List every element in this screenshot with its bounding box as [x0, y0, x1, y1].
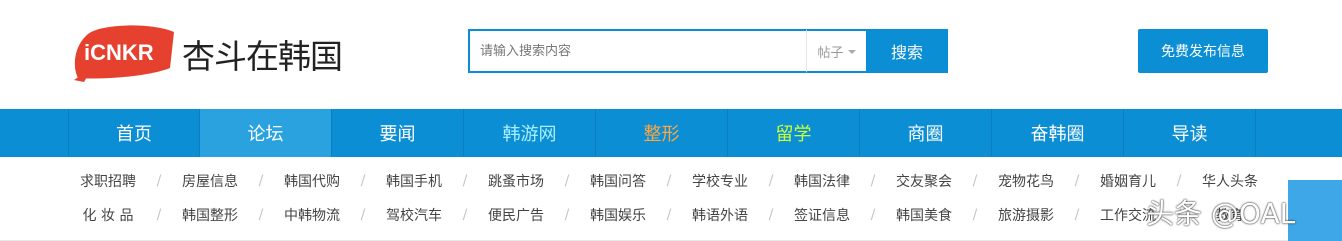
sub-nav-label: 交友聚会 [896, 174, 952, 190]
sub-nav-label: 签证信息 [794, 208, 850, 224]
divider: / [768, 207, 774, 223]
nav-item[interactable]: 导读 [1124, 109, 1256, 157]
sub-nav-item[interactable]: 签证信息 / [782, 205, 884, 225]
divider: / [972, 173, 978, 189]
nav-item[interactable]: 奋韩圈 [992, 109, 1124, 157]
sub-nav-label: 化 妆 品 [82, 208, 134, 224]
sub-nav-item[interactable]: 宠物花鸟 / [986, 171, 1088, 191]
nav-item[interactable]: 韩游网 [464, 109, 596, 157]
sub-nav-item[interactable]: 韩语外语 / [680, 205, 782, 225]
sub-nav-label: 学校专业 [692, 174, 748, 190]
nav-item[interactable]: 论坛 [200, 109, 332, 157]
divider: / [1176, 173, 1182, 189]
logo-text: 杏斗在韩国 [182, 37, 343, 76]
sub-nav-item[interactable]: 韩国整形 / [170, 205, 272, 225]
divider: / [972, 207, 978, 223]
sub-nav: 求职招聘 / 房屋信息 / 韩国代购 / 韩国手机 / 跳蚤市场 / 韩国问答 / 学校专业 / 韩国法律 /… [0, 157, 1342, 241]
sub-nav-label: 韩国整形 [182, 208, 238, 224]
divider: / [258, 207, 264, 223]
logo-mark-icon: iCNKR [74, 25, 174, 82]
divider: / [258, 173, 264, 189]
sub-nav-item[interactable]: 化 妆 品 / [68, 205, 170, 225]
nav-item[interactable]: 商圈 [860, 109, 992, 157]
nav-item[interactable]: 整形 [596, 109, 728, 157]
search-input[interactable] [468, 29, 806, 73]
divider: / [666, 173, 672, 189]
divider: / [870, 173, 876, 189]
divider: / [564, 207, 570, 223]
nav-item[interactable]: 留学 [728, 109, 860, 157]
divider: / [1074, 207, 1080, 223]
sub-nav-item[interactable]: 房屋信息 / [170, 171, 272, 191]
watermark: 头条 @OAL [1146, 197, 1296, 230]
nav-item[interactable]: 要闻 [332, 109, 464, 157]
sub-nav-item[interactable]: 旅游摄影 / [986, 205, 1088, 225]
sub-nav-label: 驾校汽车 [386, 208, 442, 224]
sub-nav-item[interactable]: 便民广告 / [476, 205, 578, 225]
sub-nav-label: 便民广告 [488, 208, 544, 224]
sub-nav-label: 华人头条 [1202, 174, 1258, 190]
main-nav: 首页 论坛 要闻 韩游网 整形 留学 商圈 奋韩圈 导读 [0, 109, 1342, 157]
sub-nav-label: 韩国美食 [896, 208, 952, 224]
search-type-label: 帖子 [817, 45, 844, 61]
chevron-down-icon [847, 50, 856, 54]
sub-nav-item[interactable]: 韩国代购 / [272, 171, 374, 191]
sub-nav-row-2: 化 妆 品 / 韩国整形 / 中韩物流 / 驾校汽车 / 便民广告 / 韩国娱乐 / 韩语外语 / 签证信息… [68, 198, 1292, 232]
sub-nav-item[interactable]: 跳蚤市场 / [476, 171, 578, 191]
divider: / [462, 207, 468, 223]
nav-item[interactable]: 首页 [68, 109, 200, 157]
sub-nav-item[interactable]: 华人头条 [1190, 171, 1292, 191]
divider: / [360, 173, 366, 189]
sub-nav-item[interactable]: 交友聚会 / [884, 171, 986, 191]
sub-nav-label: 跳蚤市场 [488, 174, 544, 190]
sub-nav-label: 韩国娱乐 [590, 208, 646, 224]
search-type-select[interactable]: 帖子 [806, 29, 866, 73]
divider: / [156, 207, 162, 223]
search-button[interactable]: 搜索 [866, 29, 948, 73]
sub-nav-item[interactable]: 韩国娱乐 / [578, 205, 680, 225]
divider: / [870, 207, 876, 223]
sub-nav-item[interactable]: 韩国问答 / [578, 171, 680, 191]
svg-text:iCNKR: iCNKR [84, 40, 154, 65]
sub-nav-item[interactable]: 韩国美食 / [884, 205, 986, 225]
sub-nav-label: 婚姻育儿 [1100, 174, 1156, 190]
divider: / [1074, 173, 1080, 189]
sub-nav-label: 韩国法律 [794, 174, 850, 190]
divider: / [768, 173, 774, 189]
sub-nav-row-1: 求职招聘 / 房屋信息 / 韩国代购 / 韩国手机 / 跳蚤市场 / 韩国问答 / 学校专业 / 韩国法律 /… [68, 164, 1292, 198]
sub-nav-item[interactable]: 韩国手机 / [374, 171, 476, 191]
header: iCNKR 杏斗在韩国 帖子 搜索 免费发布信息 [0, 0, 1342, 109]
sub-nav-label: 旅游摄影 [998, 208, 1054, 224]
sub-nav-label: 韩语外语 [692, 208, 748, 224]
divider: / [564, 173, 570, 189]
sub-nav-item[interactable]: 婚姻育儿 / [1088, 171, 1190, 191]
divider: / [462, 173, 468, 189]
sub-nav-label: 求职招聘 [80, 174, 136, 190]
sub-nav-label: 韩国手机 [386, 174, 442, 190]
sub-nav-item[interactable]: 求职招聘 / [68, 171, 170, 191]
publish-button[interactable]: 免费发布信息 [1138, 29, 1268, 73]
sub-nav-label: 韩国代购 [284, 174, 340, 190]
site-logo[interactable]: iCNKR 杏斗在韩国 [70, 22, 343, 84]
sub-nav-item[interactable]: 韩国法律 / [782, 171, 884, 191]
sub-nav-label: 宠物花鸟 [998, 174, 1054, 190]
divider: / [360, 207, 366, 223]
search-bar: 帖子 搜索 [468, 29, 948, 73]
sub-nav-label: 中韩物流 [284, 208, 340, 224]
divider: / [666, 207, 672, 223]
sub-nav-label: 韩国问答 [590, 174, 646, 190]
sub-nav-item[interactable]: 驾校汽车 / [374, 205, 476, 225]
sub-nav-item[interactable]: 中韩物流 / [272, 205, 374, 225]
divider: / [156, 173, 162, 189]
sub-nav-item[interactable]: 学校专业 / [680, 171, 782, 191]
side-float-button[interactable] [1288, 180, 1342, 241]
sub-nav-label: 房屋信息 [182, 174, 238, 190]
